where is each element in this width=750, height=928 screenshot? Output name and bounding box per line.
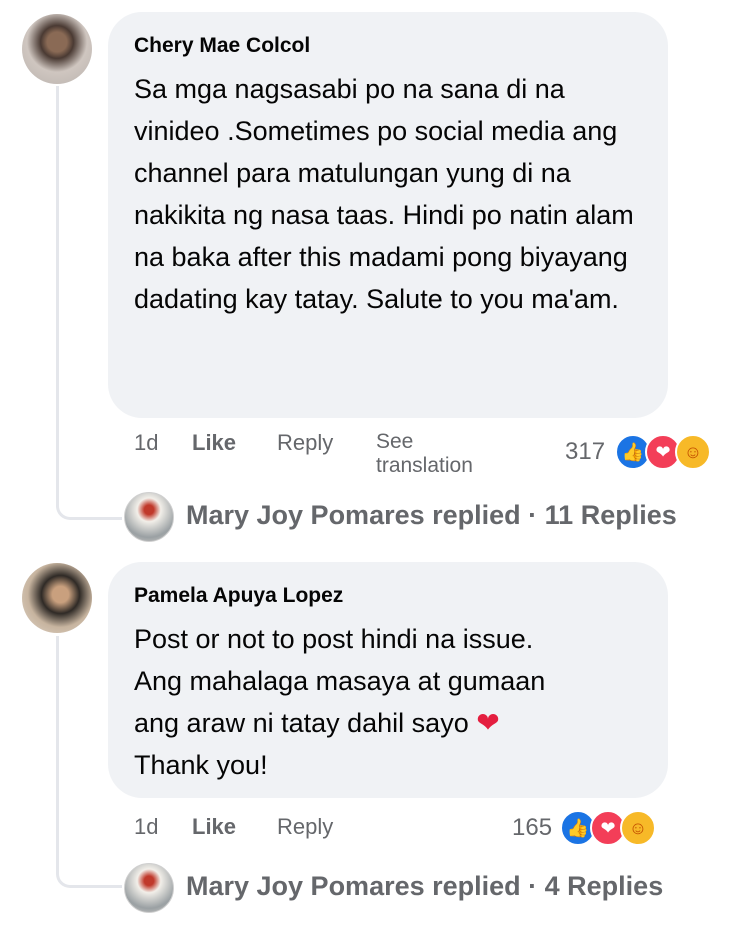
- view-replies-button[interactable]: Mary Joy Pomares replied · 11 Replies: [124, 492, 734, 542]
- comment-timestamp[interactable]: 1d: [134, 814, 158, 840]
- care-icon: ☺: [620, 810, 656, 846]
- comment-actions: 1d Like Reply: [134, 814, 394, 864]
- avatar: [124, 492, 174, 542]
- like-button[interactable]: Like: [192, 430, 236, 456]
- replies-summary: Mary Joy Pomares replied · 4 Replies: [186, 871, 664, 901]
- comment-author[interactable]: Pamela Apuya Lopez: [134, 584, 642, 608]
- reaction-count: 317: [565, 438, 606, 465]
- avatar: [124, 863, 174, 913]
- see-translation-button[interactable]: See translation: [376, 430, 516, 478]
- avatar[interactable]: [22, 563, 92, 633]
- like-button[interactable]: Like: [192, 814, 236, 840]
- comment-text: Sa mga nagsasabi po na sana di na vinide…: [134, 74, 634, 314]
- reply-button[interactable]: Reply: [277, 430, 333, 456]
- comment-bubble: Chery Mae Colcol Sa mga nagsasabi po na …: [108, 12, 668, 418]
- comment-actions: 1d Like Reply See translation: [134, 430, 494, 480]
- view-replies-button[interactable]: Mary Joy Pomares replied · 4 Replies: [124, 863, 734, 913]
- comment-text-line: Thank you!: [134, 750, 268, 780]
- reaction-count: 165: [512, 814, 553, 841]
- comment-text-span: ang araw ni tatay dahil sayo: [134, 708, 469, 738]
- heart-emoji-icon: ❤: [476, 707, 500, 738]
- reply-button[interactable]: Reply: [277, 814, 333, 840]
- comment-text: Post or not to post hindi na issue. Ang …: [134, 618, 642, 786]
- replies-summary: Mary Joy Pomares replied · 11 Replies: [186, 500, 677, 530]
- comment-author[interactable]: Chery Mae Colcol: [134, 34, 642, 58]
- comment-bubble: Pamela Apuya Lopez Post or not to post h…: [108, 562, 668, 798]
- reactions-summary[interactable]: 317 👍 ❤ ☺: [565, 434, 725, 474]
- reactions-summary[interactable]: 165 👍 ❤ ☺: [512, 810, 672, 850]
- comment-timestamp[interactable]: 1d: [134, 430, 158, 456]
- comment-text-line: Ang mahalaga masaya at gumaan: [134, 666, 546, 696]
- care-icon: ☺: [675, 434, 711, 470]
- comment-text-line: ang araw ni tatay dahil sayo ❤: [134, 702, 642, 744]
- avatar[interactable]: [22, 14, 92, 84]
- comment-text-line: Post or not to post hindi na issue.: [134, 624, 534, 654]
